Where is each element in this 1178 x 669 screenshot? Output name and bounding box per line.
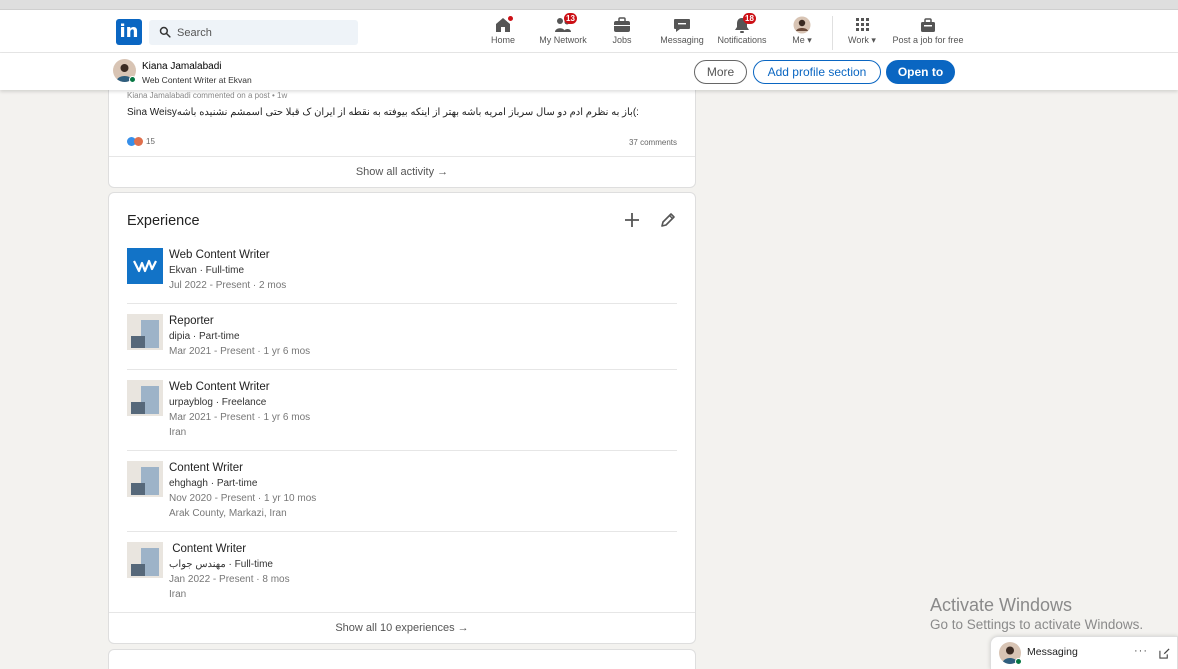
experience-location: Iran — [169, 589, 187, 600]
nav-messaging-label: Messaging — [660, 35, 704, 45]
search-box[interactable] — [149, 20, 358, 45]
comment-count[interactable]: 37 comments — [629, 138, 677, 147]
search-icon — [159, 26, 171, 38]
experience-role: Content Writer — [169, 543, 247, 555]
company-placeholder-icon — [127, 380, 163, 416]
nav-my-network-label: My Network — [539, 35, 587, 45]
briefcase-icon — [614, 17, 630, 32]
messaging-overlay[interactable]: Messaging ··· — [990, 636, 1178, 669]
nav-notifications-label: Notifications — [717, 35, 767, 45]
show-all-experiences-link[interactable]: Show all 10 experiences → — [109, 612, 695, 643]
activity-comment-text[interactable]: Sina Weisyباز به نظرم ادم دو سال سرباز ا… — [127, 107, 667, 118]
nav-work[interactable]: Work ▾ — [844, 16, 880, 50]
experience-item[interactable]: Content Writer مهندس جواب · Full-time Ja… — [127, 542, 677, 608]
experience-location: Iran — [169, 427, 187, 438]
more-button[interactable]: More — [694, 60, 747, 84]
chevron-down-icon: ▾ — [871, 35, 876, 45]
reaction-count: 15 — [146, 137, 155, 146]
briefcase-plus-icon — [921, 18, 935, 32]
divider — [127, 531, 677, 532]
experience-card: Experience Web Content Writer Ekvan · Fu… — [108, 192, 696, 644]
pencil-icon[interactable] — [659, 211, 677, 229]
next-section-card — [108, 649, 696, 669]
experience-company: ehghagh · Part-time — [169, 478, 258, 489]
notification-dot — [506, 14, 515, 23]
more-options-icon[interactable]: ··· — [1134, 645, 1148, 657]
nav-jobs[interactable]: Jobs — [606, 16, 638, 50]
experience-company: مهندس جواب · Full-time — [169, 559, 273, 570]
divider — [127, 369, 677, 370]
company-placeholder-icon — [127, 461, 163, 497]
watermark-subtitle: Go to Settings to activate Windows. — [930, 617, 1144, 632]
love-icon — [134, 137, 143, 146]
notifications-badge: 18 — [743, 13, 756, 24]
nav-work-label: Work ▾ — [848, 35, 876, 45]
section-title: Experience — [127, 213, 200, 229]
open-to-button[interactable]: Open to — [886, 60, 955, 84]
add-profile-section-button[interactable]: Add profile section — [753, 60, 881, 84]
experience-company: Ekvan · Full-time — [169, 265, 245, 276]
linkedin-logo[interactable]: in — [116, 19, 142, 45]
chat-icon — [674, 19, 690, 32]
divider — [127, 450, 677, 451]
nav-home[interactable]: Home — [486, 14, 520, 50]
reaction-summary[interactable]: 15 — [127, 137, 155, 146]
browser-chrome-strip — [0, 0, 1178, 10]
messaging-label: Messaging — [1027, 646, 1078, 658]
experience-dates: Nov 2020 - Present · 1 yr 10 mos — [169, 493, 317, 504]
online-status-dot — [129, 76, 136, 83]
company-placeholder-icon — [127, 542, 163, 578]
chevron-down-icon: ▾ — [807, 35, 812, 45]
nav-post-job-label: Post a job for free — [892, 35, 964, 45]
experience-item[interactable]: Web Content Writer Ekvan · Full-time Jul… — [127, 248, 677, 304]
experience-dates: Mar 2021 - Present · 1 yr 6 mos — [169, 412, 311, 423]
sticky-profile-bar: Kiana Jamalabadi Web Content Writer at E… — [0, 53, 1178, 90]
nav-notifications[interactable]: 18 Notifications — [714, 13, 770, 50]
experience-location: Arak County, Markazi, Iran — [169, 508, 287, 519]
experience-item[interactable]: Reporter dipia · Part-time Mar 2021 - Pr… — [127, 314, 677, 370]
my-network-badge: 13 — [564, 13, 577, 24]
nav-divider — [832, 16, 833, 50]
experience-role: Content Writer — [169, 462, 243, 474]
experience-company: urpayblog · Freelance — [169, 397, 267, 408]
profile-headline: Web Content Writer at Ekvan — [142, 75, 252, 85]
online-status-dot — [1015, 658, 1022, 665]
profile-name: Kiana Jamalabadi — [142, 61, 222, 72]
divider — [127, 303, 677, 304]
experience-dates: Mar 2021 - Present · 1 yr 6 mos — [169, 346, 311, 357]
experience-dates: Jul 2022 - Present · 2 mos — [169, 280, 287, 291]
show-all-activity-link[interactable]: Show all activity → — [109, 156, 695, 187]
search-input[interactable] — [177, 24, 347, 41]
compose-icon[interactable] — [1159, 648, 1170, 659]
activity-meta: Kiana Jamalabadi commented on a post • 1… — [127, 91, 288, 100]
nav-my-network[interactable]: 13 My Network — [536, 13, 590, 50]
company-logo-ekvan — [127, 248, 163, 284]
avatar — [793, 16, 811, 34]
experience-role: Reporter — [169, 315, 214, 327]
experience-dates: Jan 2022 - Present · 8 mos — [169, 574, 290, 585]
global-nav: in Home 13 My Network — [0, 10, 1178, 53]
experience-item[interactable]: Content Writer ehghagh · Part-time Nov 2… — [127, 461, 677, 532]
nav-messaging[interactable]: Messaging — [658, 16, 706, 50]
nav-jobs-label: Jobs — [612, 35, 632, 45]
nav-me-label: Me ▾ — [792, 35, 812, 45]
company-placeholder-icon — [127, 314, 163, 350]
nav-home-label: Home — [490, 35, 515, 45]
experience-role: Web Content Writer — [169, 381, 270, 393]
add-icon[interactable] — [623, 211, 641, 229]
experience-company: dipia · Part-time — [169, 331, 240, 342]
nav-post-job[interactable]: Post a job for free — [890, 16, 966, 50]
experience-role: Web Content Writer — [169, 249, 270, 261]
experience-item[interactable]: Web Content Writer urpayblog · Freelance… — [127, 380, 677, 451]
nav-me[interactable]: Me ▾ — [786, 16, 818, 50]
windows-activation-watermark: Activate Windows Go to Settings to activ… — [930, 594, 1143, 634]
watermark-title: Activate Windows — [930, 595, 1073, 615]
grid-icon — [856, 18, 869, 31]
